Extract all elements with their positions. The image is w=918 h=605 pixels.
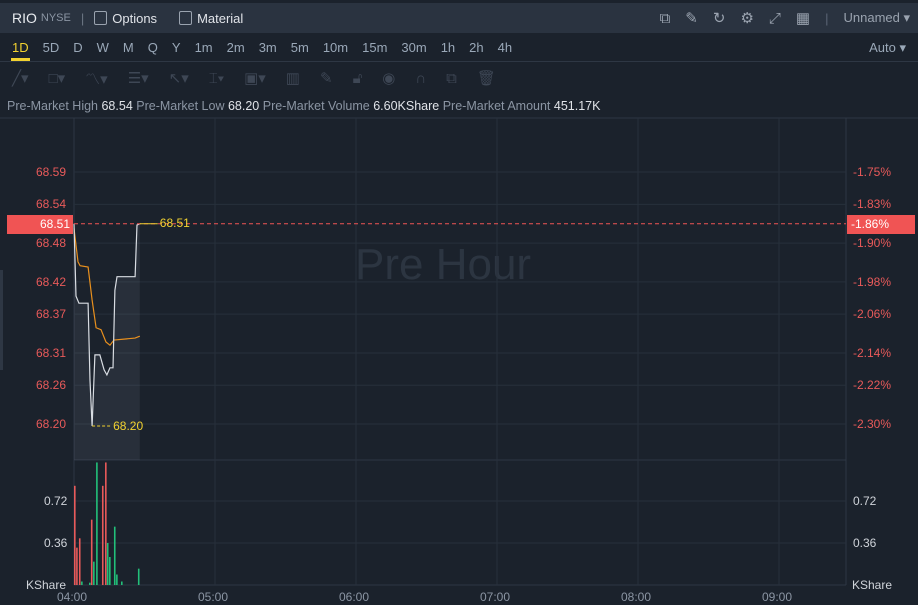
volume-bar xyxy=(101,485,104,585)
price-tick: 68.42 xyxy=(36,274,67,289)
volume-tick: 0.72 xyxy=(44,493,68,508)
pct-tick: -1.75% xyxy=(853,165,892,180)
price-tick: 68.48 xyxy=(36,236,67,251)
x-tick: 09:00 xyxy=(762,590,793,604)
volume-tick-right: 0.72 xyxy=(853,493,877,508)
pct-tick: -1.98% xyxy=(853,274,892,289)
volume-bar xyxy=(90,519,93,585)
volume-bar xyxy=(74,485,76,585)
x-tick: 08:00 xyxy=(621,590,652,604)
volume-bar xyxy=(106,542,109,585)
volume-unit: KShare xyxy=(26,578,67,592)
volume-bar xyxy=(81,581,83,585)
current-pct-tag: -1.86% xyxy=(847,214,915,234)
high-marker: 68.51 xyxy=(159,215,190,230)
x-tick: 05:00 xyxy=(198,590,229,604)
low-marker: 68.20 xyxy=(113,418,144,433)
volume-bar xyxy=(116,574,118,585)
volume-bar xyxy=(109,556,111,585)
pct-tick: -1.90% xyxy=(853,236,892,251)
volume-bar xyxy=(137,568,140,585)
pct-tick: -1.83% xyxy=(853,197,892,212)
pct-tick: -2.14% xyxy=(853,345,892,360)
price-chart[interactable] xyxy=(0,0,918,605)
volume-bar xyxy=(113,526,116,585)
x-tick: 04:00 xyxy=(57,590,88,604)
volume-bar xyxy=(121,581,123,585)
pct-tick: -2.06% xyxy=(853,307,892,322)
volume-bar xyxy=(93,561,95,585)
x-tick: 06:00 xyxy=(339,590,370,604)
volume-bar xyxy=(89,582,91,585)
volume-bar xyxy=(76,547,78,585)
price-tick: 68.26 xyxy=(36,378,67,393)
price-tick: 68.59 xyxy=(36,165,67,180)
price-tick: 68.37 xyxy=(36,307,67,322)
volume-bar xyxy=(105,462,107,585)
current-price-tag: 68.51 xyxy=(7,214,73,234)
volume-tick: 0.36 xyxy=(44,535,68,550)
x-tick: 07:00 xyxy=(480,590,511,604)
volume-bar xyxy=(78,538,81,585)
price-tick: 68.20 xyxy=(36,417,67,431)
volume-unit-right: KShare xyxy=(852,578,893,592)
price-tick: 68.54 xyxy=(36,197,67,212)
pct-tick: -2.22% xyxy=(853,378,892,393)
volume-tick-right: 0.36 xyxy=(853,535,877,550)
pct-tick: -2.30% xyxy=(853,417,892,431)
volume-bar xyxy=(96,462,98,585)
scroll-handle xyxy=(0,270,3,370)
price-tick: 68.31 xyxy=(36,345,67,360)
